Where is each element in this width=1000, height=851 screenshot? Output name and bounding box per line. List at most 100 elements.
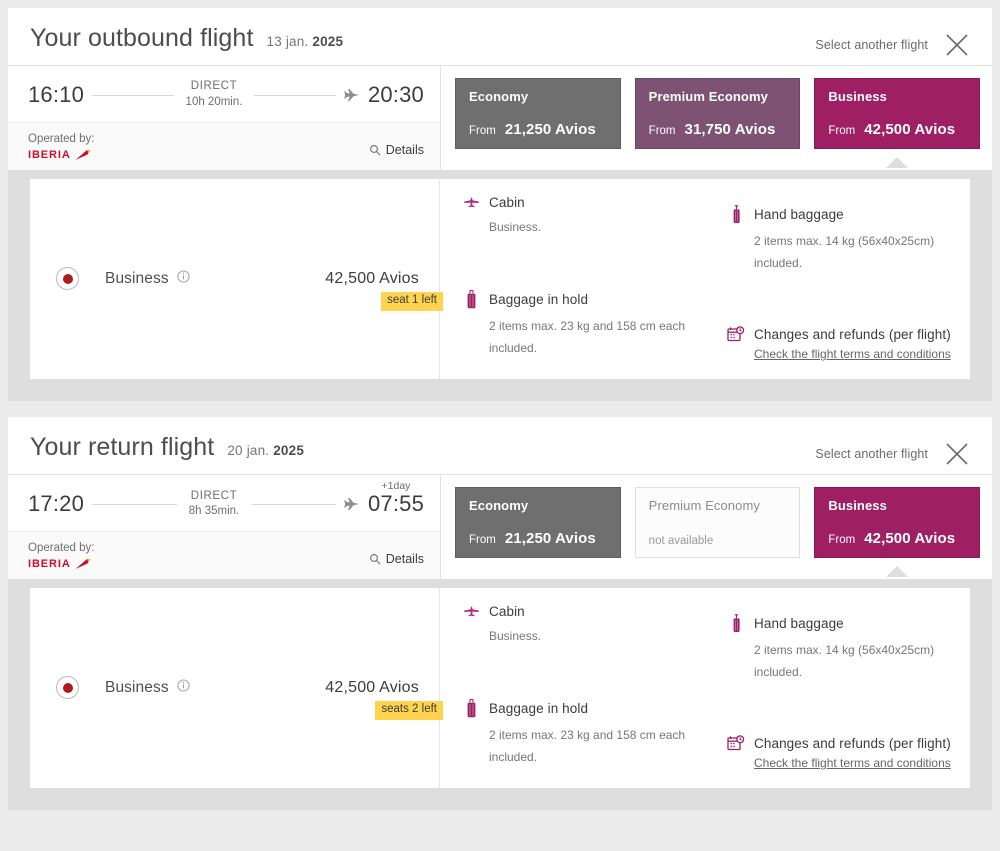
tab-premium-economy-from: From — [648, 125, 676, 137]
return-flight-card: Your return flight 20 jan. 2025 Select a… — [8, 417, 992, 811]
return-close-icon[interactable] — [942, 439, 972, 469]
return-tab-business-price: 42,500 Avios — [864, 530, 956, 548]
airplane-front-icon — [462, 197, 480, 208]
return-flight-terms-link[interactable]: Check the flight terms and conditions — [754, 756, 951, 770]
return-amenity-hand-baggage-title: Hand baggage — [754, 615, 844, 631]
return-amenity-cabin: Cabin Business. — [462, 604, 691, 647]
suitcase-icon — [462, 289, 480, 309]
amenity-hold-baggage-title: Baggage in hold — [489, 291, 589, 307]
info-icon[interactable] — [177, 270, 190, 288]
return-stop-type: DIRECT — [190, 489, 238, 502]
return-flight-duration: 8h 35min. — [188, 505, 240, 518]
leg-line-right — [254, 94, 336, 96]
tab-business-price-row: From 42,500 Avios — [828, 121, 966, 138]
return-amenity-hold-baggage: Baggage in hold 2 items max. 23 kg and 1… — [462, 698, 691, 768]
return-flight-date: 20 jan. 2025 — [227, 443, 304, 458]
return-tab-premium-economy: Premium Economy not available — [634, 487, 801, 559]
outbound-header-actions: Select another flight — [815, 30, 972, 60]
tab-premium-economy-price-row: From 31,750 Avios — [649, 121, 787, 138]
outbound-fare-inner: Business 42,500 Avios seat 1 left Cabin … — [30, 178, 970, 380]
calendar-clock-icon — [727, 326, 745, 343]
flight-selection-page: Your outbound flight 13 jan. 2025 Select… — [0, 0, 1000, 851]
outbound-operated-bar: Operated by: IBERIA Details — [8, 122, 440, 170]
details-button[interactable]: Details — [369, 143, 424, 157]
return-cabin-tabs: Economy From 21,250 Avios Premium Econom… — [441, 475, 992, 579]
outbound-flight-card: Your outbound flight 13 jan. 2025 Select… — [8, 8, 992, 402]
return-select-another-flight-button[interactable]: Select another flight — [815, 447, 928, 461]
tab-business[interactable]: Business From 42,500 Avios — [814, 78, 981, 168]
seats-left-badge: seat 1 left — [381, 291, 443, 311]
amenity-cabin: Cabin Business. — [462, 195, 691, 238]
return-seats-left-badge: seats 2 left — [375, 700, 443, 720]
return-flight-date-year: 2025 — [273, 443, 305, 459]
return-amenity-changes-refunds: Changes and refunds (per flight) Check t… — [727, 735, 956, 772]
return-tab-business-from: From — [828, 534, 856, 547]
page-title: Your outbound flight — [30, 24, 254, 52]
select-another-flight-button[interactable]: Select another flight — [815, 38, 928, 52]
return-amenity-changes-refunds-head: Changes and refunds (per flight) — [727, 735, 956, 752]
return-fare-panel: Business 42,500 Avios seats 2 left Cabin… — [8, 578, 992, 811]
iberia-swoosh-icon — [75, 149, 91, 160]
tab-economy[interactable]: Economy From 21,250 Avios — [455, 78, 621, 149]
leg-line-left — [92, 94, 174, 96]
arrival-time-wrap: 20:30 — [368, 84, 424, 106]
fare-price-wrap: 42,500 Avios seat 1 left — [325, 269, 443, 311]
return-fare-radio-dot — [62, 682, 73, 693]
outbound-card-body: 16:10 DIRECT 10h 20min. 20:30 Operated b… — [8, 65, 992, 170]
outbound-fare-panel: Business 42,500 Avios seat 1 left Cabin … — [8, 169, 992, 402]
return-airplane-front-icon — [462, 606, 480, 617]
outbound-leg-column: 16:10 DIRECT 10h 20min. 20:30 Operated b… — [8, 66, 441, 170]
outbound-card-header: Your outbound flight 13 jan. 2025 Select… — [8, 8, 992, 65]
return-leg-times: 17:20 DIRECT 8h 35min. +1day 07:55 — [8, 475, 440, 531]
airline-name: IBERIA — [28, 148, 71, 161]
tab-premium-economy-label: Premium Economy — [648, 89, 768, 104]
return-tab-economy-label: Economy — [469, 498, 529, 514]
return-details-label: Details — [385, 552, 424, 567]
return-amenity-hold-baggage-head: Baggage in hold — [462, 698, 691, 718]
return-suitcase-icon — [462, 698, 480, 718]
return-calendar-clock-icon — [727, 735, 745, 752]
return-operated-bar: Operated by: IBERIA Details — [8, 531, 440, 579]
return-fare-price-wrap: 42,500 Avios seats 2 left — [325, 679, 443, 720]
fare-name-text: Business — [105, 269, 169, 287]
fare-radio-dot — [62, 273, 73, 284]
return-flight-date-day: 20 jan. — [227, 443, 274, 459]
flight-date: 13 jan. 2025 — [266, 34, 343, 49]
tab-economy-price: 21,250 Avios — [504, 121, 596, 138]
return-airline-name: IBERIA — [28, 557, 71, 570]
return-selected-tab-arrow-icon — [886, 566, 909, 578]
return-amenity-hand-baggage: Hand baggage 2 items max. 14 kg (56x40x2… — [727, 613, 956, 683]
amenities-column-left: Cabin Business. Baggage in hold 2 items … — [462, 195, 691, 363]
return-tab-economy[interactable]: Economy From 21,250 Avios — [455, 487, 621, 559]
leg-stop-info: DIRECT 10h 20min. — [182, 79, 247, 110]
return-info-icon[interactable] — [177, 679, 190, 697]
tab-premium-economy[interactable]: Premium Economy From 31,750 Avios — [634, 78, 801, 149]
return-amenity-cabin-head: Cabin — [462, 604, 691, 619]
return-fare-radio-button[interactable] — [56, 676, 79, 700]
amenity-cabin-head: Cabin — [462, 195, 691, 210]
return-tab-business[interactable]: Business From 42,500 Avios — [814, 487, 981, 578]
fare-radio-button[interactable] — [56, 267, 79, 291]
return-departure-time: 17:20 — [28, 491, 85, 517]
tab-business-price: 42,500 Avios — [864, 121, 956, 138]
amenity-hold-baggage-head: Baggage in hold — [462, 289, 691, 309]
close-icon[interactable] — [942, 30, 972, 60]
outbound-leg-times: 16:10 DIRECT 10h 20min. 20:30 — [8, 66, 440, 122]
return-amenity-cabin-title: Cabin — [489, 603, 525, 619]
return-amenity-hand-baggage-sub: 2 items max. 14 kg (56x40x25cm) included. — [754, 642, 935, 679]
return-tab-premium-economy-unavailable: not available — [648, 535, 714, 548]
return-header-actions: Select another flight — [815, 439, 972, 469]
flight-terms-link[interactable]: Check the flight terms and conditions — [754, 347, 951, 361]
return-amenity-hold-baggage-sub: 2 items max. 23 kg and 158 cm each includ… — [489, 727, 686, 765]
return-details-button[interactable]: Details — [369, 552, 424, 566]
airplane-icon — [344, 88, 360, 105]
amenity-cabin-sub: Business. — [489, 219, 542, 234]
tab-premium-economy-price: 31,750 Avios — [684, 121, 776, 138]
return-arrival-time: 07:55 — [367, 491, 425, 517]
amenities-column-right: Hand baggage 2 items max. 14 kg (56x40x2… — [703, 195, 956, 363]
fare-price: 42,500 Avios — [325, 269, 419, 287]
flight-duration: 10h 20min. — [185, 96, 243, 108]
return-tab-premium-economy-label: Premium Economy — [648, 498, 760, 514]
return-tab-business-label: Business — [828, 498, 887, 514]
tab-business-from: From — [828, 125, 856, 137]
